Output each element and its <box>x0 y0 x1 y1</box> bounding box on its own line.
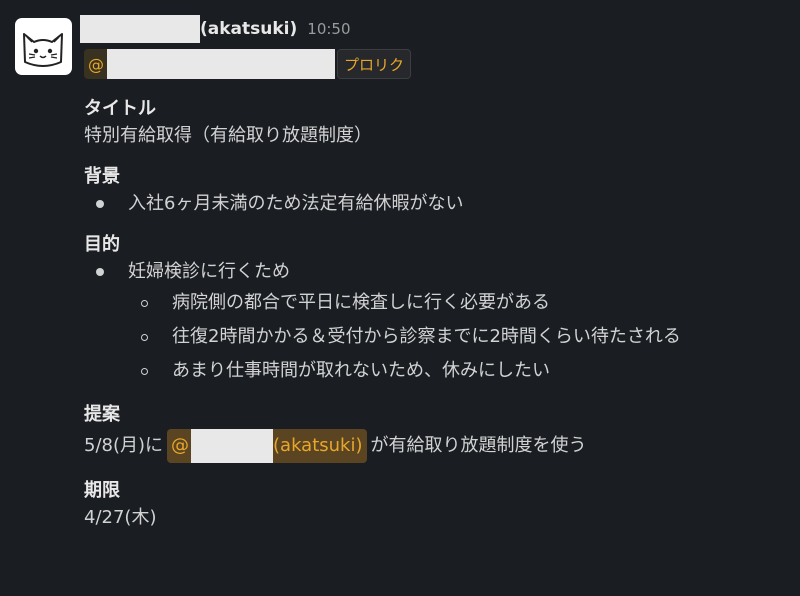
deadline-section: 期限 4/27(木) <box>84 478 800 532</box>
avatar[interactable] <box>15 18 72 75</box>
cat-avatar-icon <box>23 33 63 67</box>
inline-user-mention[interactable]: @ (akatsuki) <box>167 429 367 463</box>
proposal-suffix: が有給取り放題制度を使う <box>370 435 587 456</box>
bullet-icon <box>96 200 104 208</box>
list-item: 妊婦検診に行くため <box>84 258 800 286</box>
list-item: 入社6ヶ月未満のため法定有給休暇がない <box>84 190 800 218</box>
usergroup-mention[interactable]: プロリク <box>337 49 412 79</box>
sub-list-item: あまり仕事時間が取れないため、休みにしたい <box>84 354 800 388</box>
title-body: 特別有給取得（有給取り放題制度） <box>84 125 372 146</box>
sub-list-item: 往復2時間かかる＆受付から診察までに2時間くらい待たされる <box>84 320 800 354</box>
message-body: タイトル 特別有給取得（有給取り放題制度） 背景 入社6ヶ月未満のため法定有給休… <box>84 96 800 546</box>
deadline-body: 4/27(木) <box>84 507 157 528</box>
mention-suffix: (akatsuki) <box>273 435 363 456</box>
mention-at: @ <box>88 54 104 74</box>
redacted-username <box>80 15 200 43</box>
proposal-heading: 提案 <box>84 404 120 425</box>
background-section: 背景 入社6ヶ月未満のため法定有給休暇がない <box>84 164 800 218</box>
username-suffix[interactable]: (akatsuki) <box>200 19 297 39</box>
hollow-bullet-icon <box>141 300 148 307</box>
mention-row: @ プロリク <box>84 49 412 79</box>
background-list: 入社6ヶ月未満のため法定有給休暇がない <box>84 190 800 218</box>
purpose-heading: 目的 <box>84 234 120 255</box>
deadline-heading: 期限 <box>84 480 120 501</box>
sub-list-item: 病院側の都合で平日に検査しに行く必要がある <box>84 286 800 320</box>
hollow-bullet-icon <box>141 368 148 375</box>
message-header: (akatsuki) 10:50 <box>80 13 351 45</box>
mention-at: @ <box>171 435 190 456</box>
hollow-bullet-icon <box>141 334 148 341</box>
proposal-body: 5/8(月)に @ (akatsuki) が有給取り放題制度を使う <box>84 428 800 464</box>
timestamp[interactable]: 10:50 <box>307 20 350 38</box>
proposal-prefix: 5/8(月)に <box>84 435 164 456</box>
redacted-mention-name <box>107 49 335 79</box>
purpose-list: 妊婦検診に行くため 病院側の都合で平日に検査しに行く必要がある 往復2時間かかる… <box>84 258 800 388</box>
background-heading: 背景 <box>84 166 120 187</box>
redacted-mention-name <box>191 429 274 463</box>
bullet-icon <box>96 268 104 276</box>
proposal-section: 提案 5/8(月)に @ (akatsuki) が有給取り放題制度を使う <box>84 402 800 464</box>
purpose-section: 目的 妊婦検診に行くため 病院側の都合で平日に検査しに行く必要がある 往復2時間… <box>84 232 800 388</box>
title-heading: タイトル <box>84 98 156 119</box>
title-section: タイトル 特別有給取得（有給取り放題制度） <box>84 96 800 150</box>
user-mention[interactable]: @ <box>84 49 335 79</box>
